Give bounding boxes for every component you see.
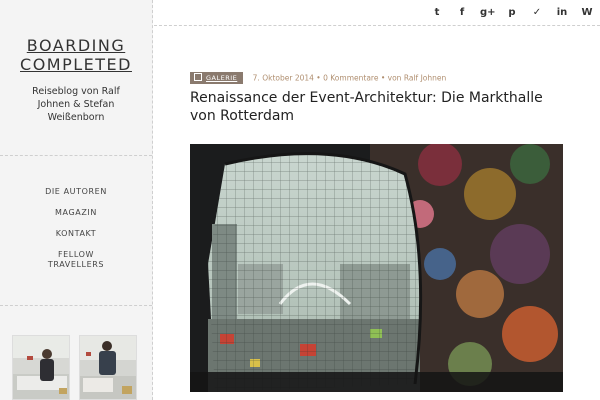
post-comments-link[interactable]: 0 Kommentare	[323, 74, 378, 83]
post-featured-image[interactable]	[190, 144, 563, 392]
site-title-line2: COMPLETED	[20, 55, 132, 74]
meta-separator: •	[380, 73, 388, 83]
google-plus-icon[interactable]: g+	[480, 6, 496, 20]
nav-item-magazin[interactable]: MAGAZIN	[36, 208, 116, 218]
gallery-icon	[194, 73, 202, 81]
social-share-bar: t f g+ p ✓ in W	[154, 0, 600, 26]
site-title[interactable]: BOARDING COMPLETED	[0, 36, 152, 74]
social-icons: t f g+ p ✓ in W	[419, 6, 594, 20]
twitter-icon[interactable]: t	[430, 6, 444, 20]
site-title-line1: BOARDING	[26, 36, 126, 55]
sidebar-thumbnail-1[interactable]	[12, 335, 70, 400]
main-navigation: DIE AUTOREN MAGAZIN KONTAKT FELLOW TRAVE…	[0, 156, 152, 306]
post-meta: GALERIE 7. Oktober 2014 • 0 Kommentare •…	[190, 72, 446, 84]
post-title[interactable]: Renaissance der Event-Architektur: Die M…	[190, 89, 570, 125]
sidebar: BOARDING COMPLETED Reiseblog von Ralf Jo…	[0, 0, 153, 400]
sidebar-thumbnail-2[interactable]	[79, 335, 137, 400]
category-label: GALERIE	[206, 74, 238, 82]
nav-item-die-autoren[interactable]: DIE AUTOREN	[36, 187, 116, 197]
facebook-icon[interactable]: f	[455, 6, 469, 20]
wordpress-icon[interactable]: W	[580, 6, 594, 20]
linkedin-icon[interactable]: in	[555, 6, 569, 20]
site-description: Reiseblog von Ralf Johnen & Stefan Weiße…	[32, 86, 120, 123]
delicious-icon[interactable]: ✓	[530, 6, 544, 20]
site-branding: BOARDING COMPLETED Reiseblog von Ralf Jo…	[0, 0, 152, 156]
nav-item-kontakt[interactable]: KONTAKT	[36, 229, 116, 239]
post-author[interactable]: von Ralf Johnen	[388, 74, 447, 83]
category-badge[interactable]: GALERIE	[190, 72, 244, 84]
nav-item-fellow-travellers[interactable]: FELLOW TRAVELLERS	[36, 250, 116, 270]
post-date[interactable]: 7. Oktober 2014	[253, 74, 314, 83]
pinterest-icon[interactable]: p	[505, 6, 519, 20]
